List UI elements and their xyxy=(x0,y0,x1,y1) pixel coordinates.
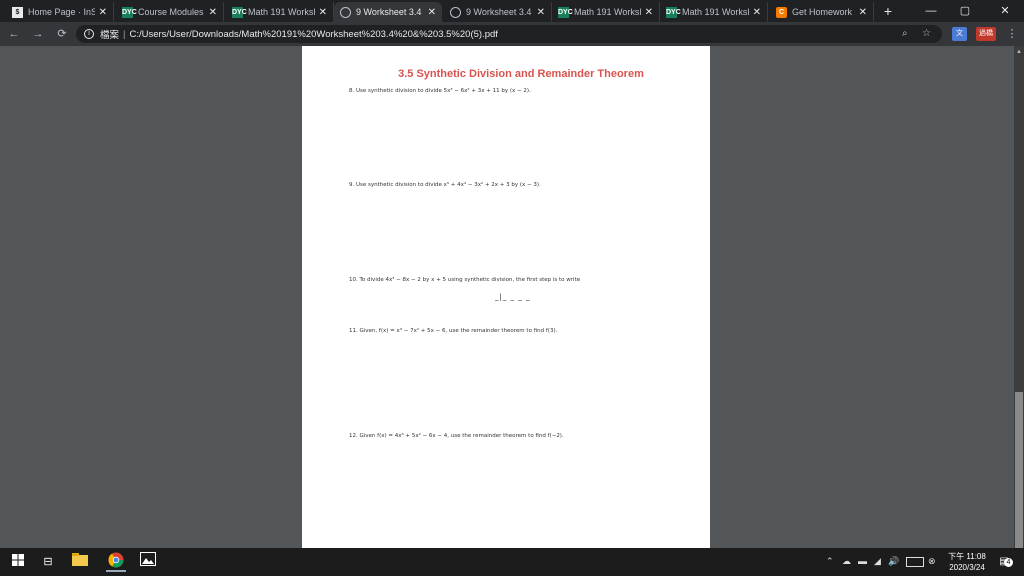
ime-icon[interactable]: ⊗ xyxy=(928,556,936,567)
address-bar[interactable]: i 檔案 | C:/Users/User/Downloads/Math%2019… xyxy=(76,25,942,43)
bookmark-star-icon[interactable]: ☆ xyxy=(922,25,931,43)
synthetic-division-blank: _|_ _ _ _ xyxy=(495,293,531,301)
menu-icon[interactable]: ⋮ xyxy=(1004,26,1020,42)
tab-label: 9 Worksheet 3.4 xyxy=(356,7,422,17)
tab-math-191-worksheet-2[interactable]: DYC Math 191 Worksh ✕ xyxy=(552,2,660,22)
tab-label: Math 191 Worksh xyxy=(682,7,749,17)
tab-math-191-worksheet-3[interactable]: DYC Math 191 Worksh ✕ xyxy=(660,2,768,22)
pdf-page: 3.5 Synthetic Division and Remainder The… xyxy=(302,46,710,548)
extension-icon[interactable]: 過橋 xyxy=(976,27,996,41)
close-icon[interactable]: ✕ xyxy=(859,7,867,18)
volume-icon[interactable]: 🔊 xyxy=(888,556,899,567)
tab-home-page[interactable]: $ Home Page · InS ✕ xyxy=(6,2,114,22)
chrome-icon[interactable] xyxy=(106,552,126,572)
notification-count: 4 xyxy=(1004,558,1013,567)
tab-worksheet-active[interactable]: 9 Worksheet 3.4 ✕ xyxy=(334,2,442,22)
problem-number: 9. xyxy=(349,182,355,188)
problem-text: Given, f(x) = x³ − 7x² + 5x − 6, use the… xyxy=(359,328,558,334)
problem-12: 12. Given f(x) = 4x³ + 5x² − 6x − 4, use… xyxy=(349,433,564,439)
vertical-scrollbar[interactable]: ▲ xyxy=(1014,46,1024,548)
tab-math-191-worksheet-1[interactable]: DYC Math 191 Worksh ✕ xyxy=(226,2,334,22)
onedrive-icon[interactable]: ☁ xyxy=(842,556,851,567)
tab-label: Get Homework H xyxy=(792,7,855,17)
globe-favicon-icon xyxy=(340,6,351,18)
show-hidden-icons[interactable]: ⌃ xyxy=(826,556,834,567)
notification-center-icon[interactable]: ▤ 4 xyxy=(994,552,1014,572)
problem-number: 8. xyxy=(349,88,355,94)
tab-label: Math 191 Worksh xyxy=(248,7,315,17)
translate-extension-icon[interactable]: 文 xyxy=(952,27,967,41)
dyc-favicon-icon: DYC xyxy=(232,6,247,18)
close-icon[interactable]: ✕ xyxy=(537,7,545,18)
document-title: 3.5 Synthetic Division and Remainder The… xyxy=(398,68,644,80)
dyc-favicon-icon: DYC xyxy=(558,6,573,18)
tab-strip: $ Home Page · InS ✕ DYC Course Modules ✕… xyxy=(0,0,1024,22)
close-icon[interactable]: ✕ xyxy=(753,7,761,18)
tab-label: Home Page · InS xyxy=(28,7,95,17)
problem-text: Use synthetic division to divide x⁵ + 4x… xyxy=(356,182,541,188)
task-view-icon[interactable]: ⊟ xyxy=(38,552,58,572)
tab-label: Course Modules xyxy=(138,7,204,17)
problem-9: 9. Use synthetic division to divide x⁵ +… xyxy=(349,182,541,188)
separator: | xyxy=(123,28,126,40)
globe-favicon-icon xyxy=(450,6,461,18)
windows-start-icon[interactable] xyxy=(8,552,28,572)
reload-button[interactable]: ⟳ xyxy=(54,26,70,42)
info-icon[interactable]: i xyxy=(84,29,94,39)
problem-11: 11. Given, f(x) = x³ − 7x² + 5x − 6, use… xyxy=(349,328,557,334)
tab-get-homework-help[interactable]: C Get Homework H ✕ xyxy=(770,2,874,22)
chegg-favicon-icon: C xyxy=(776,6,787,18)
close-icon[interactable]: ✕ xyxy=(428,7,436,18)
problem-number: 12. xyxy=(349,433,358,439)
tab-label: Math 191 Worksh xyxy=(574,7,641,17)
problem-number: 11. xyxy=(349,328,358,334)
problem-8: 8. Use synthetic division to divide 5x³ … xyxy=(349,88,531,94)
dyc-favicon-icon: DYC xyxy=(666,6,681,18)
close-icon[interactable]: ✕ xyxy=(645,7,653,18)
url-text[interactable]: C:/Users/User/Downloads/Math%20191%20Wor… xyxy=(129,29,497,40)
forward-button[interactable]: → xyxy=(30,26,46,42)
zoom-icon[interactable]: ⌕ xyxy=(902,25,908,43)
minimize-button[interactable]: — xyxy=(916,2,946,20)
dyc-favicon-icon: DYC xyxy=(122,6,137,18)
problem-text: Given f(x) = 4x³ + 5x² − 6x − 4, use the… xyxy=(359,433,564,439)
file-explorer-icon[interactable] xyxy=(70,552,90,572)
home-favicon-icon: $ xyxy=(12,6,23,18)
window-close-button[interactable]: ✕ xyxy=(990,2,1020,20)
keyboard-icon[interactable] xyxy=(906,557,924,567)
problem-number: 10. xyxy=(349,277,358,283)
scroll-up-icon[interactable]: ▲ xyxy=(1015,48,1023,56)
tab-worksheet-2[interactable]: 9 Worksheet 3.4 ✕ xyxy=(444,2,552,22)
photos-icon[interactable] xyxy=(138,552,158,572)
tab-label: 9 Worksheet 3.4 xyxy=(466,7,532,17)
new-tab-button[interactable]: + xyxy=(880,3,896,19)
battery-icon[interactable]: ▬ xyxy=(858,556,867,566)
maximize-button[interactable]: ▢ xyxy=(950,2,980,20)
tab-course-modules[interactable]: DYC Course Modules ✕ xyxy=(116,2,224,22)
clock-date: 2020/3/24 xyxy=(949,563,985,572)
scheme-label: 檔案 xyxy=(100,30,120,41)
close-icon[interactable]: ✕ xyxy=(209,7,217,18)
wifi-icon[interactable]: ◢ xyxy=(874,556,881,567)
clock-time: 下午 11:08 xyxy=(948,552,986,561)
browser-toolbar: ← → ⟳ i 檔案 | C:/Users/User/Downloads/Mat… xyxy=(0,22,1024,46)
scroll-thumb[interactable] xyxy=(1015,392,1023,548)
clock[interactable]: 下午 11:08 2020/3/24 xyxy=(944,551,990,573)
back-button[interactable]: ← xyxy=(6,26,22,42)
taskbar: ⊟ ⌃ ☁ ▬ ◢ 🔊 ⊗ 下午 11:08 2020/3/24 ▤ 4 xyxy=(0,548,1024,576)
close-icon[interactable]: ✕ xyxy=(319,7,327,18)
problem-text: Use synthetic division to divide 5x³ − 6… xyxy=(356,88,531,94)
pdf-viewer: 3.5 Synthetic Division and Remainder The… xyxy=(0,46,1024,548)
problem-10: 10. To divide 4x³ − 8x − 2 by x + 5 usin… xyxy=(349,277,580,283)
problem-text: To divide 4x³ − 8x − 2 by x + 5 using sy… xyxy=(359,277,581,283)
close-icon[interactable]: ✕ xyxy=(99,7,107,18)
